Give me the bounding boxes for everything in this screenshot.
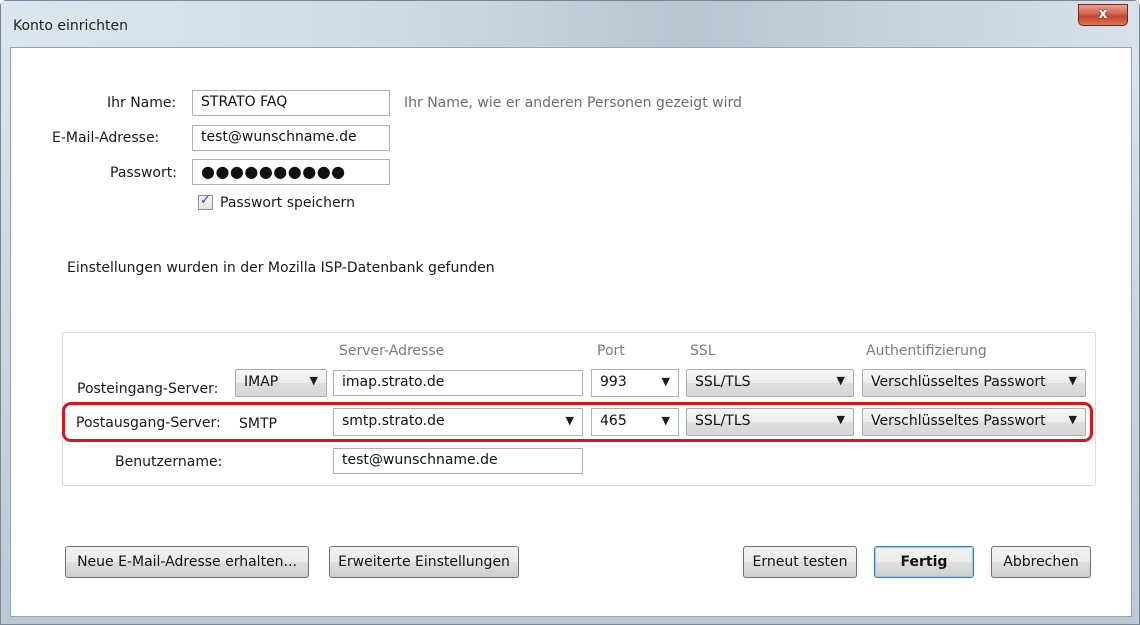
chevron-down-icon: ▼ — [1068, 413, 1077, 426]
column-header-authentication: Authentifizierung — [866, 343, 987, 359]
done-button[interactable]: Fertig — [874, 546, 974, 578]
outgoing-auth-select[interactable]: Verschlüsseltes Passwort ▼ — [862, 408, 1086, 436]
outgoing-ssl-select[interactable]: SSL/TLS ▼ — [686, 408, 854, 436]
incoming-ssl-value: SSL/TLS — [695, 374, 751, 390]
incoming-port-combo[interactable]: 993 ▼ — [591, 369, 679, 397]
window-title: Konto einrichten — [13, 18, 128, 34]
password-field[interactable]: ●●●●●●●●●● — [192, 159, 390, 185]
chevron-down-icon: ▼ — [565, 414, 574, 427]
username-field[interactable]: test@wunschname.de — [333, 448, 583, 474]
cancel-button[interactable]: Abbrechen — [991, 546, 1091, 578]
chevron-down-icon: ▼ — [661, 375, 670, 388]
status-message: Einstellungen wurden in der Mozilla ISP-… — [67, 260, 495, 276]
chevron-down-icon: ▼ — [836, 413, 845, 426]
password-label: Passwort: — [110, 165, 177, 181]
retest-button[interactable]: Erneut testen — [743, 546, 857, 578]
column-header-ssl: SSL — [690, 343, 716, 359]
outgoing-port-combo[interactable]: 465 ▼ — [591, 408, 679, 436]
name-label: Ihr Name: — [107, 95, 177, 111]
column-header-port: Port — [597, 343, 625, 359]
incoming-auth-value: Verschlüsseltes Passwort — [871, 374, 1046, 390]
incoming-server-field[interactable]: imap.strato.de — [333, 370, 583, 396]
incoming-server-label: Posteingang-Server: — [77, 381, 219, 397]
outgoing-ssl-value: SSL/TLS — [695, 413, 751, 429]
close-button[interactable]: x — [1078, 4, 1128, 26]
email-label: E-Mail-Adresse: — [52, 130, 160, 146]
chevron-down-icon: ▼ — [836, 374, 845, 387]
outgoing-server-label: Postausgang-Server: — [76, 415, 221, 431]
save-password-label[interactable]: Passwort speichern — [220, 195, 355, 211]
incoming-protocol-select[interactable]: IMAP ▼ — [235, 369, 327, 397]
advanced-settings-button[interactable]: Erweiterte Einstellungen — [329, 546, 519, 578]
title-bar[interactable]: Konto einrichten x — [1, 1, 1139, 47]
checkmark-icon: ✓ — [200, 193, 211, 208]
dialog-window: Konto einrichten x — [0, 0, 1140, 625]
incoming-auth-select[interactable]: Verschlüsseltes Passwort ▼ — [862, 369, 1086, 397]
save-password-checkbox[interactable]: ✓ — [198, 193, 213, 210]
outgoing-server-combo[interactable]: smtp.strato.de ▼ — [333, 408, 583, 436]
column-header-server-address: Server-Adresse — [339, 343, 445, 359]
outgoing-auth-value: Verschlüsseltes Passwort — [871, 413, 1046, 429]
incoming-ssl-select[interactable]: SSL/TLS ▼ — [686, 369, 854, 397]
chevron-down-icon: ▼ — [309, 374, 318, 387]
name-field[interactable]: STRATO FAQ — [192, 90, 390, 116]
incoming-port-value: 993 — [600, 374, 627, 390]
incoming-protocol-value: IMAP — [244, 374, 279, 390]
outgoing-server-value: smtp.strato.de — [342, 413, 445, 429]
close-icon: x — [1098, 6, 1108, 22]
new-email-address-button[interactable]: Neue E-Mail-Adresse erhalten... — [65, 546, 309, 578]
outgoing-port-value: 465 — [600, 413, 627, 429]
outgoing-protocol-label: SMTP — [239, 416, 277, 432]
chevron-down-icon: ▼ — [661, 414, 670, 427]
username-label: Benutzername: — [115, 454, 223, 470]
email-field[interactable]: test@wunschname.de — [192, 125, 390, 151]
chevron-down-icon: ▼ — [1068, 374, 1077, 387]
name-hint: Ihr Name, wie er anderen Personen gezeig… — [404, 95, 742, 111]
